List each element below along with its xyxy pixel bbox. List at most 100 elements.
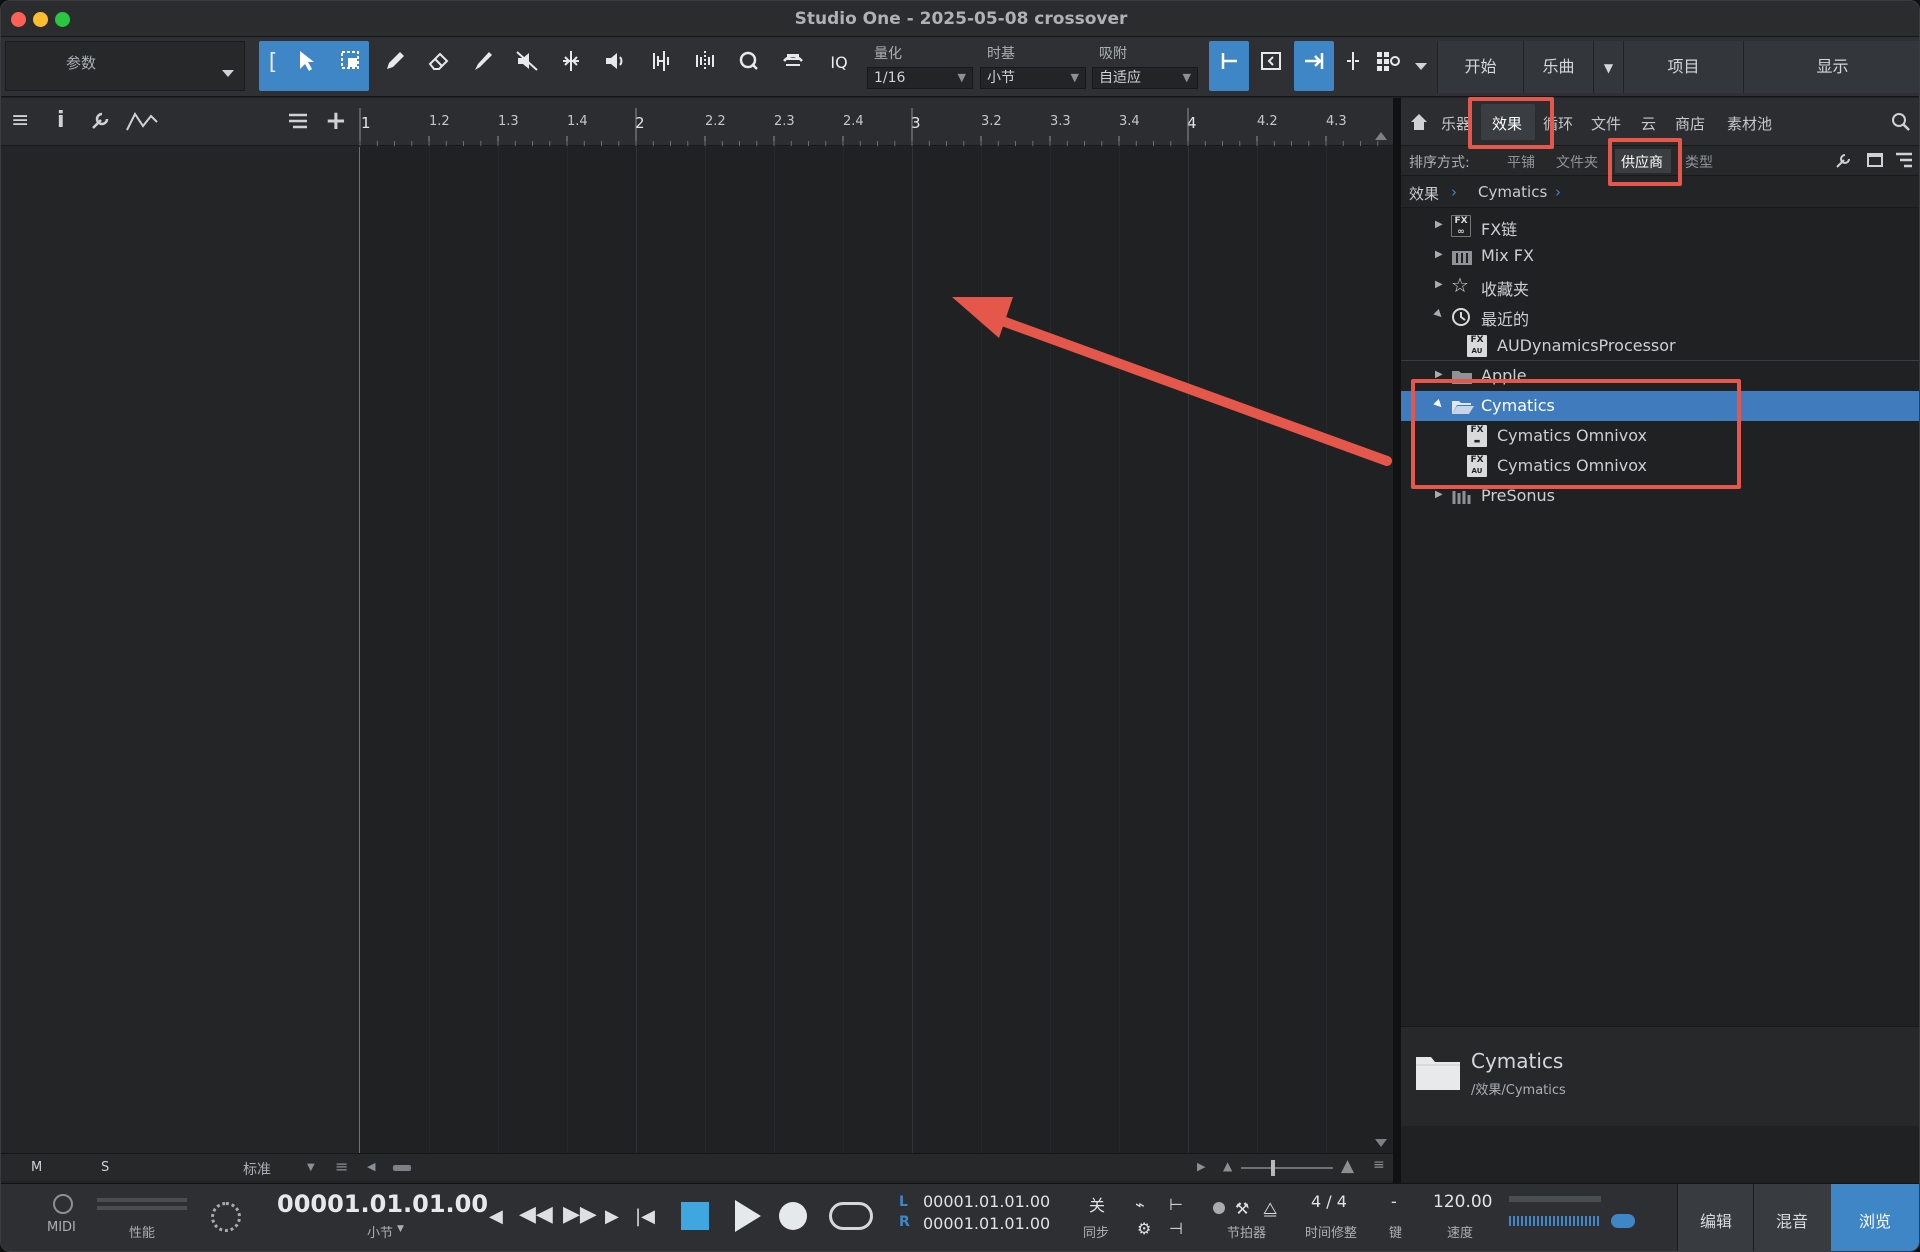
tab-files[interactable]: 文件 [1591,113,1621,134]
track-list-icon[interactable] [287,110,309,137]
list-view-icon[interactable] [1895,152,1913,172]
zoom-slider[interactable] [1241,1167,1333,1169]
chevron-right-icon[interactable]: ▶ [1435,279,1443,290]
return-to-zero-icon[interactable]: |◀ [635,1204,655,1230]
arrange-view[interactable] [359,147,1393,1157]
chevron-down-icon[interactable] [222,70,234,77]
zoom-out-icon[interactable]: ▲ [1223,1159,1232,1173]
song-button[interactable]: 乐曲 [1523,41,1593,93]
iq-button[interactable]: IQ [823,49,855,77]
prev-marker-icon[interactable]: ◀ [489,1204,503,1230]
inspector-icon[interactable]: i [57,110,65,132]
zoom-in-icon[interactable]: ▲ [1341,1156,1354,1176]
wrench-icon[interactable] [1835,153,1851,173]
menu-icon[interactable]: ≡ [11,110,29,132]
parameter-box[interactable]: 参数 [5,41,245,91]
pencil-tool-icon[interactable] [381,49,409,77]
chevron-down-icon[interactable]: ▼ [1432,308,1445,321]
mute-tool-icon[interactable] [513,49,541,77]
zoom-tool-icon[interactable] [735,49,763,77]
mix-view-button[interactable]: 混音 [1753,1184,1831,1251]
zoom-slider-handle[interactable] [1271,1160,1275,1176]
split-tool-icon[interactable] [557,49,585,77]
sort-type[interactable]: 类型 [1685,152,1713,172]
wrench-icon[interactable] [89,110,111,137]
loop-right-value[interactable]: 00001.01.01.00 [923,1214,1050,1233]
tree-item-fx-chains[interactable]: ▶ FX ∞ FX链 [1401,211,1919,241]
tab-cloud[interactable]: 云 [1641,113,1656,134]
track-mode-select[interactable]: 标准 [243,1159,271,1179]
transient-tool-icon[interactable] [691,49,719,77]
paint-tool-icon[interactable] [469,49,497,77]
tree-item-recent[interactable]: ▼ 最近的 [1401,301,1919,331]
timeline-ruler[interactable]: 1 1.2 1.3 1.4 2 2.2 2.3 2.4 3 3.2 3.3 3.… [359,98,1393,146]
settings-icon[interactable]: ⚙ [1137,1216,1151,1242]
split-view-icon[interactable] [1339,49,1367,77]
timebase-select[interactable]: 小节 ▼ [980,67,1086,89]
breadcrumb-cymatics[interactable]: Cymatics [1478,183,1547,201]
mute-all-button[interactable]: M [31,1160,42,1175]
show-button[interactable]: 显示 [1743,41,1919,93]
chevron-right-icon[interactable]: ▶ [1435,219,1443,230]
fast-forward-icon[interactable]: ▶▶ [563,1202,597,1228]
tree-item-audynamicsprocessor[interactable]: FX AU AUDynamicsProcessor [1401,331,1919,361]
position-unit[interactable]: 小节 [367,1222,393,1241]
metronome-icon[interactable]: ⧋ [1263,1196,1277,1222]
bend-tool-icon[interactable] [647,49,675,77]
scroll-right-icon[interactable]: ▶ [1197,1160,1205,1173]
chevron-down-icon[interactable] [1415,63,1427,70]
sync-value[interactable]: 关 [1089,1192,1105,1216]
chevron-right-icon[interactable]: ▶ [1435,249,1443,260]
tree-item-mix-fx[interactable]: ▶ Mix FX [1401,241,1919,271]
snap-select[interactable]: 自适应 ▼ [1092,67,1198,89]
key-value[interactable]: - [1391,1192,1397,1211]
grid-settings-icon[interactable] [1375,49,1403,77]
panel-splitter[interactable] [1393,98,1401,1188]
add-track-icon[interactable]: + [325,108,347,134]
chevron-down-icon[interactable]: ▼ [397,1224,404,1234]
rewind-icon[interactable]: ◀◀ [519,1202,553,1228]
solo-all-button[interactable]: S [101,1160,109,1175]
bracket-icon[interactable]: [ [259,49,287,77]
song-menu-button[interactable]: ▼ [1593,41,1623,93]
time-signature[interactable]: 4 / 4 [1311,1192,1347,1211]
automation-icon[interactable] [125,110,159,137]
tab-instruments[interactable]: 乐器 [1441,113,1471,134]
precount-icon[interactable]: ⊢ [1169,1192,1183,1218]
next-marker-icon[interactable]: ▶ [605,1204,619,1230]
stop-button[interactable] [681,1202,709,1230]
start-button[interactable]: 开始 [1437,41,1523,93]
punch-icon[interactable]: ⌁ [1135,1192,1145,1218]
chevron-down-icon[interactable]: ▼ [307,1162,315,1173]
sort-flat[interactable]: 平铺 [1507,152,1535,172]
metronome-dot-icon[interactable] [1213,1202,1225,1214]
monitor-toggle[interactable] [1611,1214,1635,1228]
breadcrumb-effects[interactable]: 效果 [1409,183,1439,204]
tempo-value[interactable]: 120.00 [1433,1192,1492,1212]
tree-item-favorites[interactable]: ▶ ☆ 收藏夹 [1401,271,1919,301]
list-icon[interactable]: ≡ [335,1157,348,1176]
browse-view-button[interactable]: 浏览 [1831,1184,1919,1251]
sort-folder[interactable]: 文件夹 [1556,152,1598,172]
loop-left-value[interactable]: 00001.01.01.00 [923,1192,1050,1211]
edit-view-button[interactable]: 编辑 [1677,1184,1753,1251]
grip-icon[interactable]: ≡ [1373,1157,1385,1173]
window-icon[interactable] [1867,153,1883,167]
scroll-down-icon[interactable] [1375,1139,1387,1147]
scroll-left-icon[interactable]: ◀ [367,1160,375,1173]
loop-icon[interactable] [829,1202,873,1230]
scroll-up-icon[interactable] [1375,132,1387,140]
wrench-icon[interactable]: ⚒ [1235,1196,1249,1222]
range-tool-icon[interactable] [337,49,365,77]
record-button[interactable] [779,1202,807,1230]
play-button[interactable] [735,1200,761,1232]
search-icon[interactable] [1891,112,1911,136]
tab-shop[interactable]: 商店 [1675,113,1705,134]
chevron-right-icon[interactable]: ▶ [1435,489,1443,500]
preroll-icon[interactable]: ⊣ [1169,1216,1183,1242]
horizontal-scrollbar[interactable] [393,1165,411,1171]
home-icon[interactable] [1409,112,1429,136]
project-button[interactable]: 项目 [1623,41,1743,93]
comp-tool-icon[interactable] [779,49,807,77]
position-display[interactable]: 00001.01.01.00 [277,1190,488,1218]
